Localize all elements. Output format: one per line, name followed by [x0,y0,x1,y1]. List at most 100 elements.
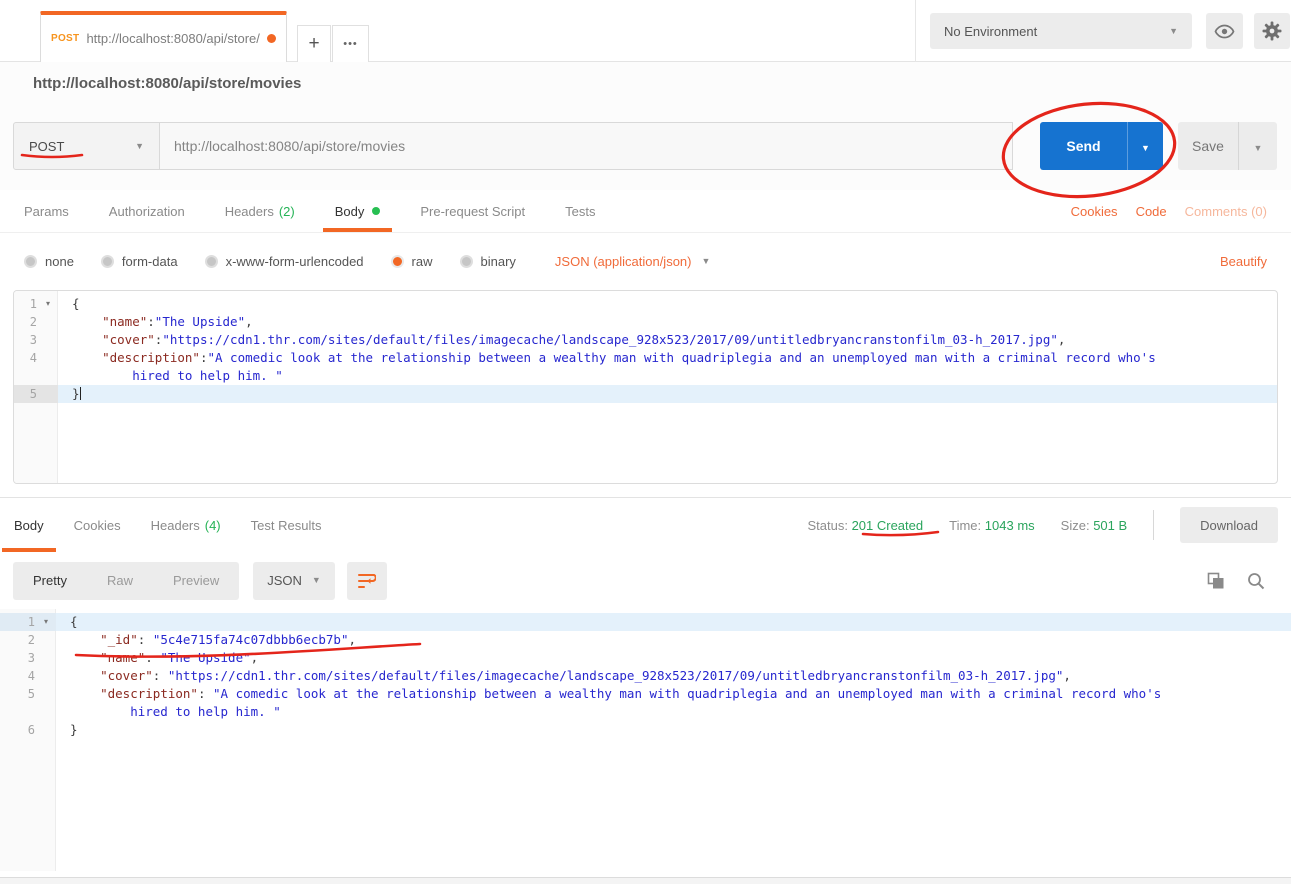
view-pretty-button[interactable]: Pretty [13,562,87,600]
body-type-form-data[interactable]: form-data [101,254,178,269]
code-text: "description": "A comedic look at the re… [56,685,1291,703]
code-line[interactable]: 1▾{ [0,613,1291,631]
response-tab-test-results[interactable]: Test Results [239,498,334,552]
view-raw-button[interactable]: Raw [87,562,153,600]
eye-icon [1214,24,1235,39]
divider [1153,510,1154,540]
line-number: 2 [14,313,58,331]
code-line[interactable]: 6} [0,721,1291,739]
view-preview-button[interactable]: Preview [153,562,239,600]
request-title-row: http://localhost:8080/api/store/movies [0,62,1291,105]
comments-link[interactable]: Comments (0) [1185,204,1267,219]
method-label: POST [29,139,64,154]
line-number: 5 [0,685,56,703]
size-badge: Size: 501 B [1061,518,1128,533]
request-body-editor[interactable]: 1▾{2 "name":"The Upside",3 "cover":"http… [13,290,1278,484]
environment-quick-look-button[interactable] [1206,13,1243,49]
code-line[interactable]: 2 "name":"The Upside", [14,313,1277,331]
response-tab-body[interactable]: Body [2,498,56,552]
code-link[interactable]: Code [1136,204,1167,219]
code-line[interactable]: 5 "description": "A comedic look at the … [0,685,1291,703]
code-text: { [58,295,1277,313]
line-number: 1▾ [14,295,58,313]
fold-caret-icon[interactable]: ▾ [44,613,56,631]
body-present-dot-icon [372,207,380,215]
status-badge: Status: 201 Created [807,518,923,533]
code-line[interactable]: hired to help him. " [0,703,1291,721]
method-selector[interactable]: POST ▼ [13,122,160,170]
save-options-button[interactable]: ▼ [1238,122,1277,170]
response-body-editor[interactable]: 1▾{2 "_id": "5c4e715fa74c07dbbb6ecb7b",3… [0,609,1291,871]
fold-caret-icon[interactable]: ▾ [46,295,58,313]
response-section: Body Cookies Headers(4) Test Results Sta… [0,497,1291,871]
search-response-button[interactable] [1247,572,1265,590]
code-line[interactable]: 4 "description":"A comedic look at the r… [14,349,1277,367]
line-number: 3 [14,331,58,349]
response-status-block: Status: 201 Created Time: 1043 ms Size: … [807,498,1291,552]
environment-label: No Environment [944,24,1037,39]
line-number: 4 [14,349,58,367]
environment-selector[interactable]: No Environment ▼ [930,13,1192,49]
body-type-x-www-form-urlencoded[interactable]: x-www-form-urlencoded [205,254,364,269]
code-line[interactable]: 4 "cover": "https://cdn1.thr.com/sites/d… [0,667,1291,685]
code-text: "cover": "https://cdn1.thr.com/sites/def… [56,667,1291,685]
more-tabs-button[interactable]: ••• [332,25,369,62]
size-value: 501 B [1093,518,1127,533]
code-line[interactable]: 3 "name": "The Upside", [0,649,1291,667]
line-number: 5 [14,385,58,403]
request-tab[interactable]: POST http://localhost:8080/api/store/ [40,11,287,62]
tab-tests[interactable]: Tests [553,190,607,232]
unsaved-dot-icon [267,34,276,43]
code-text: hired to help him. " [58,367,1277,385]
status-value: 201 Created [852,518,924,533]
code-text: } [56,721,1291,739]
headers-count: (2) [279,204,295,219]
response-view-switch: Pretty Raw Preview [13,562,239,600]
code-line[interactable]: 1▾{ [14,295,1277,313]
response-tab-cookies[interactable]: Cookies [62,498,133,552]
line-number [0,703,56,721]
save-button[interactable]: Save [1178,122,1238,170]
copy-response-button[interactable] [1207,572,1225,590]
chevron-down-icon: ▼ [1141,143,1150,153]
settings-button[interactable] [1254,13,1290,49]
time-badge: Time: 1043 ms [949,518,1035,533]
tab-pre-request-script[interactable]: Pre-request Script [408,190,537,232]
send-button[interactable]: Send [1040,122,1127,170]
code-line[interactable]: 5} [14,385,1277,403]
line-number: 2 [0,631,56,649]
body-type-raw[interactable]: raw [391,254,433,269]
tab-body[interactable]: Body [323,190,393,232]
chevron-down-icon: ▼ [1254,143,1263,153]
body-type-none[interactable]: none [24,254,74,269]
code-text: "cover":"https://cdn1.thr.com/sites/defa… [58,331,1277,349]
tab-url-label: http://localhost:8080/api/store/ [86,31,259,46]
code-line[interactable]: 3 "cover":"https://cdn1.thr.com/sites/de… [14,331,1277,349]
code-line[interactable]: 2 "_id": "5c4e715fa74c07dbbb6ecb7b", [0,631,1291,649]
new-tab-button[interactable]: + [297,25,331,62]
url-input[interactable] [160,122,1013,170]
wrap-text-button[interactable] [347,562,387,600]
tab-params[interactable]: Params [12,190,81,232]
app-header: POST http://localhost:8080/api/store/ + … [0,0,1291,62]
cookies-link[interactable]: Cookies [1071,204,1118,219]
response-tab-headers[interactable]: Headers(4) [139,498,233,552]
tab-authorization[interactable]: Authorization [97,190,197,232]
response-toolbar: Pretty Raw Preview JSON ▼ [0,552,1291,609]
chevron-down-icon: ▼ [701,257,710,266]
bottom-bar [0,877,1291,884]
download-button[interactable]: Download [1180,507,1278,543]
body-type-binary[interactable]: binary [460,254,516,269]
content-type-selector[interactable]: JSON (application/json) ▼ [555,254,710,269]
tab-headers[interactable]: Headers(2) [213,190,307,232]
radio-icon [101,255,114,268]
line-number [14,367,58,385]
send-options-button[interactable]: ▼ [1127,122,1163,170]
line-number: 1▾ [0,613,56,631]
code-line[interactable]: hired to help him. " [14,367,1277,385]
code-text: } [58,385,1277,403]
response-meta-row: Body Cookies Headers(4) Test Results Sta… [0,498,1291,552]
beautify-link[interactable]: Beautify [1220,254,1267,269]
response-format-selector[interactable]: JSON ▼ [253,562,335,600]
response-headers-count: (4) [205,518,221,533]
